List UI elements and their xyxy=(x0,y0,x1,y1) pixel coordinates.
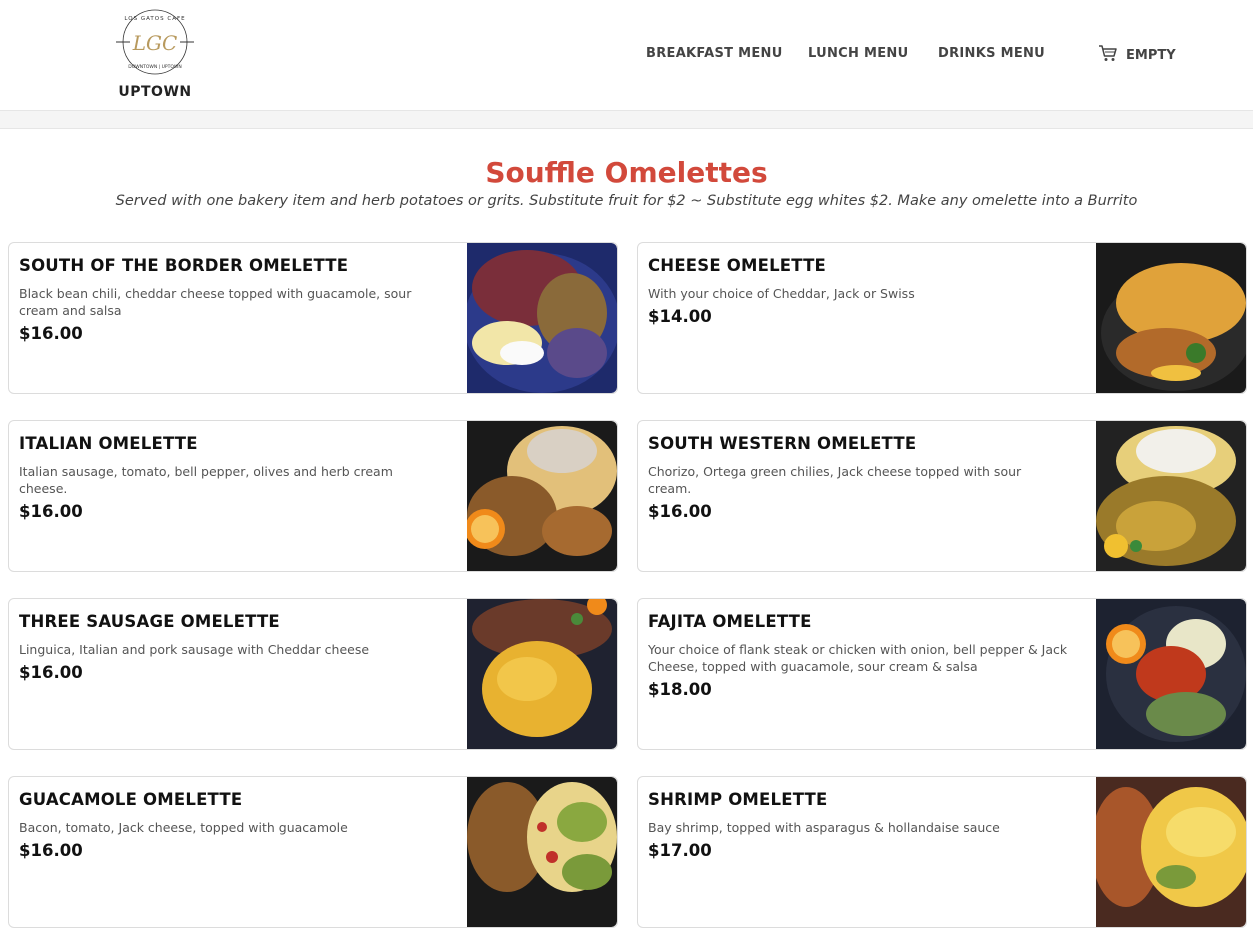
item-photo[interactable] xyxy=(1096,599,1246,749)
item-price: $16.00 xyxy=(19,324,83,343)
item-name: ITALIAN OMELETTE xyxy=(19,434,198,453)
menu-item-card[interactable]: SHRIMP OMELETTE Bay shrimp, topped with … xyxy=(637,776,1247,928)
item-photo[interactable] xyxy=(467,243,617,393)
svg-text:LGC: LGC xyxy=(132,31,178,55)
section-title: Souffle Omelettes xyxy=(485,156,768,189)
nav-breakfast-menu[interactable]: BREAKFAST MENU xyxy=(646,46,783,66)
item-description: Linguica, Italian and pork sausage with … xyxy=(19,642,370,657)
menu-item-card[interactable]: FAJITA OMELETTE Your choice of flank ste… xyxy=(637,598,1247,750)
svg-text:DOWNTOWN | UPTOWN: DOWNTOWN | UPTOWN xyxy=(128,64,181,70)
item-description: Chorizo, Ortega green chilies, Jack chee… xyxy=(648,464,1022,496)
location-label: UPTOWN xyxy=(118,84,192,100)
item-name: CHEESE OMELETTE xyxy=(648,256,827,275)
item-name: FAJITA OMELETTE xyxy=(648,612,812,631)
item-description: Bacon, tomato, Jack cheese, topped with … xyxy=(19,820,348,835)
item-price: $16.00 xyxy=(19,663,83,682)
item-name: SHRIMP OMELETTE xyxy=(648,790,828,809)
item-name: SOUTH WESTERN OMELETTE xyxy=(648,434,917,453)
cafe-logo[interactable]: LOS GATOS CAFE DOWNTOWN | UPTOWN LGC xyxy=(116,6,194,78)
item-name: GUACAMOLE OMELETTE xyxy=(19,790,243,809)
item-name: THREE SAUSAGE OMELETTE xyxy=(19,612,280,631)
item-price: $18.00 xyxy=(648,680,712,699)
menu-item-card[interactable]: SOUTH WESTERN OMELETTE Chorizo, Ortega g… xyxy=(637,420,1247,572)
item-photo[interactable] xyxy=(467,599,617,749)
nav-lunch-menu[interactable]: LUNCH MENU xyxy=(808,46,908,66)
item-price: $14.00 xyxy=(648,307,712,326)
item-price: $16.00 xyxy=(648,502,712,521)
cart-icon xyxy=(1098,44,1118,66)
item-description: With your choice of Cheddar, Jack or Swi… xyxy=(648,286,915,301)
item-price: $16.00 xyxy=(19,841,83,860)
cart-button[interactable]: EMPTY xyxy=(1098,44,1176,66)
svg-text:LOS GATOS CAFE: LOS GATOS CAFE xyxy=(124,16,185,22)
item-price: $16.00 xyxy=(19,502,83,521)
nav-drinks-menu[interactable]: DRINKS MENU xyxy=(938,46,1045,66)
menu-item-card[interactable]: THREE SAUSAGE OMELETTE Linguica, Italian… xyxy=(8,598,618,750)
item-description: Italian sausage, tomato, bell pepper, ol… xyxy=(19,464,393,496)
item-photo[interactable] xyxy=(467,421,617,571)
menu-item-card[interactable]: ITALIAN OMELETTE Italian sausage, tomato… xyxy=(8,420,618,572)
item-photo[interactable] xyxy=(467,777,617,927)
menu-item-card[interactable]: GUACAMOLE OMELETTE Bacon, tomato, Jack c… xyxy=(8,776,618,928)
cart-label: EMPTY xyxy=(1126,47,1176,63)
item-description: Black bean chili, cheddar cheese topped … xyxy=(19,286,412,318)
item-photo[interactable] xyxy=(1096,777,1246,927)
item-description: Bay shrimp, topped with asparagus & holl… xyxy=(648,820,1000,835)
item-price: $17.00 xyxy=(648,841,712,860)
menu-item-card[interactable]: SOUTH OF THE BORDER OMELETTE Black bean … xyxy=(8,242,618,394)
menu-item-card[interactable]: CHEESE OMELETTE With your choice of Ched… xyxy=(637,242,1247,394)
header-divider xyxy=(0,111,1253,129)
item-photo[interactable] xyxy=(1096,421,1246,571)
item-name: SOUTH OF THE BORDER OMELETTE xyxy=(19,256,349,275)
section-subtitle: Served with one bakery item and herb pot… xyxy=(115,193,1138,209)
site-header: LOS GATOS CAFE DOWNTOWN | UPTOWN LGC UPT… xyxy=(0,0,1253,111)
item-photo[interactable] xyxy=(1096,243,1246,393)
item-description: Your choice of flank steak or chicken wi… xyxy=(648,642,1068,674)
